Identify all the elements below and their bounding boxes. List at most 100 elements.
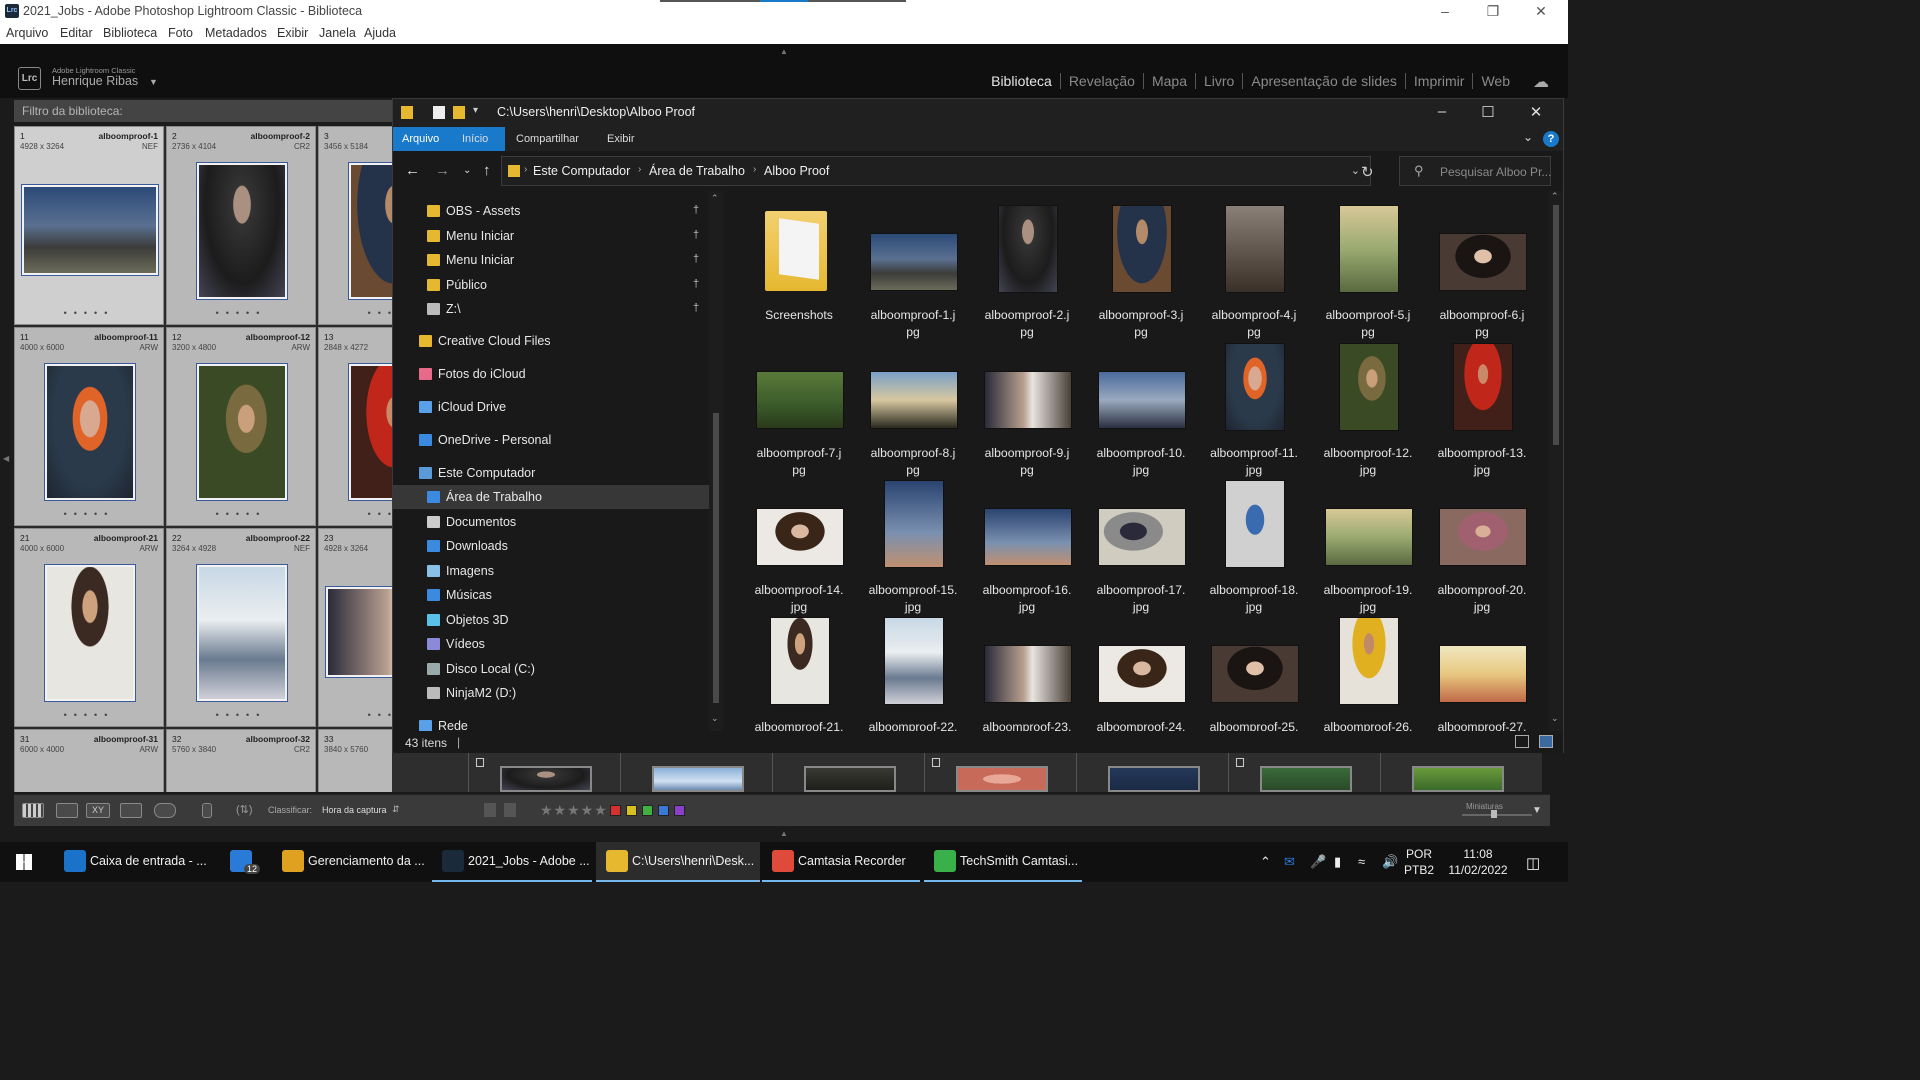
nav-item-objetos-3d[interactable]: Objetos 3D bbox=[393, 608, 709, 632]
photo-thumbnail[interactable] bbox=[196, 162, 288, 300]
large-icons-view-icon[interactable] bbox=[1539, 735, 1553, 748]
menu-foto[interactable]: Foto bbox=[168, 26, 193, 40]
notifications-icon[interactable]: ◫ bbox=[1526, 854, 1540, 872]
nav-item-rea-de-trabalho[interactable]: Área de Trabalho bbox=[393, 485, 709, 509]
module-apresenta-o-de-slides[interactable]: Apresentação de slides bbox=[1243, 73, 1406, 89]
minimize-button[interactable]: – bbox=[1430, 3, 1460, 19]
file-item[interactable]: alboomproof-11. jpg bbox=[1198, 341, 1310, 477]
pin-icon[interactable]: † bbox=[693, 253, 699, 265]
details-view-icon[interactable] bbox=[1515, 735, 1529, 748]
nav-item-este-computador[interactable]: Este Computador bbox=[393, 461, 709, 485]
module-biblioteca[interactable]: Biblioteca bbox=[983, 73, 1061, 89]
taskbar-app-camtasia-recorder[interactable]: Camtasia Recorder bbox=[762, 842, 920, 882]
search-box[interactable]: ⚲ Pesquisar Alboo Pr... bbox=[1399, 156, 1551, 186]
nav-item-rede[interactable]: Rede bbox=[393, 714, 709, 731]
nav-item-creative-cloud-files[interactable]: Creative Cloud Files bbox=[393, 329, 709, 353]
sort-select[interactable]: Hora da captura bbox=[322, 805, 387, 815]
label-yellow-swatch[interactable] bbox=[626, 805, 637, 816]
pin-icon[interactable]: † bbox=[693, 302, 699, 314]
taskbar-app-mail-badge[interactable]: 12 bbox=[220, 842, 268, 882]
photo-thumbnail[interactable] bbox=[21, 184, 159, 276]
sort-direction-icon[interactable]: (⇅) bbox=[236, 803, 253, 816]
label-green-swatch[interactable] bbox=[642, 805, 653, 816]
filmstrip-thumb[interactable] bbox=[652, 766, 744, 792]
nav-item-onedrive-personal[interactable]: OneDrive - Personal bbox=[393, 428, 709, 452]
file-item[interactable]: alboomproof-14. jpg bbox=[743, 478, 855, 614]
flag-icon[interactable] bbox=[476, 758, 484, 767]
grid-cell[interactable]: 132848 x 4272 ••••• bbox=[318, 327, 394, 526]
loupe-view-icon[interactable] bbox=[56, 803, 78, 818]
rating-dots[interactable]: ••••• bbox=[319, 308, 394, 318]
recent-locations-icon[interactable]: ⌄ bbox=[463, 165, 471, 176]
bottom-panel-toggle-icon[interactable]: ▲ bbox=[780, 829, 788, 838]
tray-overflow-chevron-icon[interactable]: ⌃ bbox=[1260, 854, 1271, 870]
file-item[interactable]: alboomproof-21. bbox=[743, 615, 855, 731]
module-imprimir[interactable]: Imprimir bbox=[1405, 73, 1474, 89]
file-item[interactable]: alboomproof-26. bbox=[1312, 615, 1424, 731]
pin-icon[interactable]: † bbox=[693, 204, 699, 216]
taskbar-app-outlook[interactable]: Caixa de entrada - ... bbox=[54, 842, 212, 882]
microphone-icon[interactable]: 🎤 bbox=[1310, 854, 1326, 870]
ribbon-tab-exibir[interactable]: Exibir bbox=[598, 127, 644, 151]
input-language[interactable]: POR PTB2 bbox=[1404, 846, 1434, 878]
file-item[interactable]: alboomproof-8.j pg bbox=[857, 341, 969, 477]
module-livro[interactable]: Livro bbox=[1196, 73, 1244, 89]
thumbnail-size-slider[interactable] bbox=[1462, 814, 1532, 816]
filmstrip-thumb[interactable] bbox=[1260, 766, 1352, 792]
file-item[interactable]: alboomproof-19. jpg bbox=[1312, 478, 1424, 614]
menu-arquivo[interactable]: Arquivo bbox=[6, 26, 48, 40]
nav-item-ninjam2-d[interactable]: NinjaM2 (D:) bbox=[393, 681, 709, 705]
menu-biblioteca[interactable]: Biblioteca bbox=[103, 26, 157, 40]
grid-cell[interactable]: 11 4000 x 6000 alboomproof-11 ARW ••••• bbox=[14, 327, 164, 526]
grid-cell[interactable]: 234928 x 3264 ••••• bbox=[318, 528, 394, 727]
explorer-maximize-button[interactable]: ☐ bbox=[1465, 103, 1511, 121]
identity-user[interactable]: Henrique Ribas bbox=[52, 74, 138, 88]
windows-start-icon[interactable] bbox=[16, 854, 32, 870]
photo-thumbnail[interactable] bbox=[44, 363, 136, 501]
file-item[interactable]: alboomproof-12. jpg bbox=[1312, 341, 1424, 477]
properties-icon[interactable] bbox=[433, 106, 445, 119]
grid-view-icon[interactable] bbox=[22, 803, 44, 818]
rating-dots[interactable]: ••••• bbox=[15, 509, 163, 519]
photo-thumbnail[interactable] bbox=[348, 162, 394, 300]
explorer-minimize-button[interactable]: – bbox=[1419, 103, 1465, 120]
ribbon-expand-chevron-icon[interactable]: ⌄ bbox=[1523, 130, 1533, 144]
painter-icon[interactable] bbox=[202, 803, 212, 818]
pin-icon[interactable]: † bbox=[693, 278, 699, 290]
file-item[interactable]: alboomproof-5.j pg bbox=[1312, 203, 1424, 339]
nav-item-disco-local-c[interactable]: Disco Local (C:) bbox=[393, 657, 709, 681]
scroll-down-icon[interactable]: ⌄ bbox=[1551, 713, 1559, 724]
file-item[interactable]: alboomproof-10. jpg bbox=[1085, 341, 1197, 477]
nav-item-menu-iniciar[interactable]: Menu Iniciar † bbox=[393, 248, 709, 272]
filmstrip-thumb[interactable] bbox=[956, 766, 1048, 792]
file-item[interactable]: alboomproof-18. jpg bbox=[1198, 478, 1310, 614]
address-bar[interactable]: › Este Computador › Área de Trabalho › A… bbox=[501, 156, 1371, 186]
file-item[interactable]: alboomproof-3.j pg bbox=[1085, 203, 1197, 339]
breadcrumb-area-de-trabalho[interactable]: Área de Trabalho bbox=[649, 164, 745, 178]
panel-collapse-top-icon[interactable]: ▲ bbox=[780, 47, 788, 56]
forward-arrow-icon[interactable]: → bbox=[435, 162, 450, 179]
grid-cell[interactable]: 31 6000 x 4000 alboomproof-31 ARW bbox=[14, 729, 164, 792]
back-arrow-icon[interactable]: ← bbox=[405, 162, 420, 179]
nav-item-documentos[interactable]: Documentos bbox=[393, 510, 709, 534]
menu-janela[interactable]: Janela bbox=[319, 26, 356, 40]
breadcrumb-separator-icon[interactable]: › bbox=[638, 164, 641, 175]
file-grid-scroll-thumb[interactable] bbox=[1553, 205, 1559, 445]
up-arrow-icon[interactable]: ↑ bbox=[483, 162, 491, 179]
module-web[interactable]: Web bbox=[1473, 73, 1518, 89]
grid-cell[interactable]: 1 4928 x 3264 alboomproof-1 NEF ••••• bbox=[14, 126, 164, 325]
file-item[interactable]: alboomproof-17. jpg bbox=[1085, 478, 1197, 614]
restore-button[interactable]: ❐ bbox=[1478, 3, 1508, 20]
ribbon-tab-compartilhar[interactable]: Compartilhar bbox=[507, 127, 588, 151]
taskbar-app-file-explorer[interactable]: C:\Users\henri\Desk... bbox=[596, 842, 760, 882]
nav-item-obs-assets[interactable]: OBS - Assets † bbox=[393, 199, 709, 223]
grid-cell[interactable]: 33456 x 5184 ••••• bbox=[318, 126, 394, 325]
navigation-pane-scroll-thumb[interactable] bbox=[713, 413, 719, 703]
scroll-up-icon[interactable]: ⌃ bbox=[711, 193, 719, 204]
refresh-icon[interactable]: ↻ bbox=[1361, 163, 1374, 181]
module-revela-o[interactable]: Revelação bbox=[1060, 73, 1144, 89]
cloud-sync-icon[interactable]: ☁ bbox=[1533, 72, 1549, 92]
wifi-icon[interactable]: ≈ bbox=[1358, 854, 1365, 869]
file-item[interactable]: alboomproof-6.j pg bbox=[1426, 203, 1538, 339]
sort-dropdown-icon[interactable]: ⇵ bbox=[392, 804, 400, 815]
